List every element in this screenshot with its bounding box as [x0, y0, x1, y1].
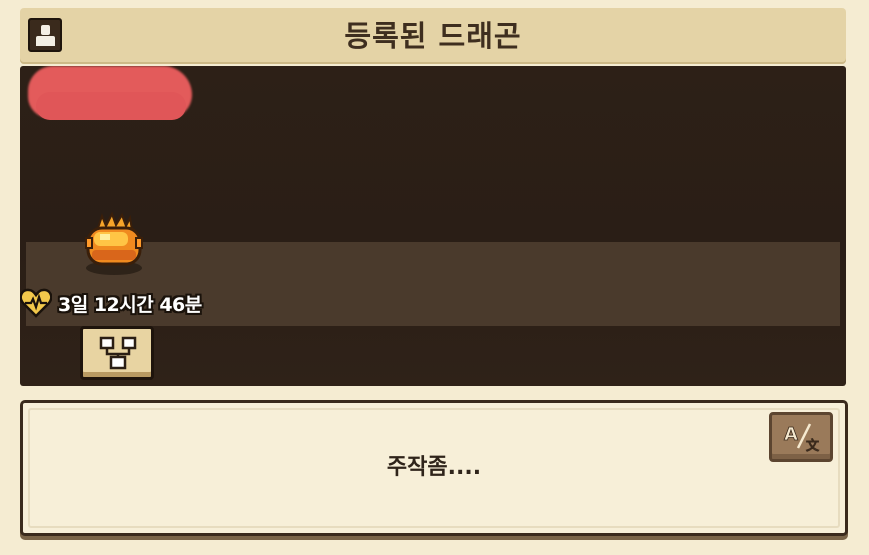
translate-button[interactable]: A 文: [769, 412, 833, 462]
message-panel: 주작좀.... A 文: [20, 400, 848, 536]
translate-icon: A 文: [784, 423, 820, 454]
heart-pulse-icon: [20, 288, 52, 318]
message-text: 주작좀....: [386, 455, 482, 480]
fire-dragon-egg-icon[interactable]: [82, 211, 146, 278]
redacted-owner-name-scribble: [36, 92, 186, 120]
family-tree-button[interactable]: [80, 326, 154, 380]
header-bar: 등록된 드래곤: [20, 8, 846, 64]
translate-glyph-cjk: 文: [806, 438, 820, 454]
growth-timer: 3일 12시간 46분: [20, 285, 202, 321]
page-title: 등록된 드래곤: [344, 19, 522, 53]
translate-glyph-latin: A: [784, 424, 798, 445]
dragon-pen: 3일 12시간 46분: [20, 66, 846, 386]
family-tree-icon: [99, 336, 137, 370]
timer-text: 3일 12시간 46분: [58, 293, 202, 316]
